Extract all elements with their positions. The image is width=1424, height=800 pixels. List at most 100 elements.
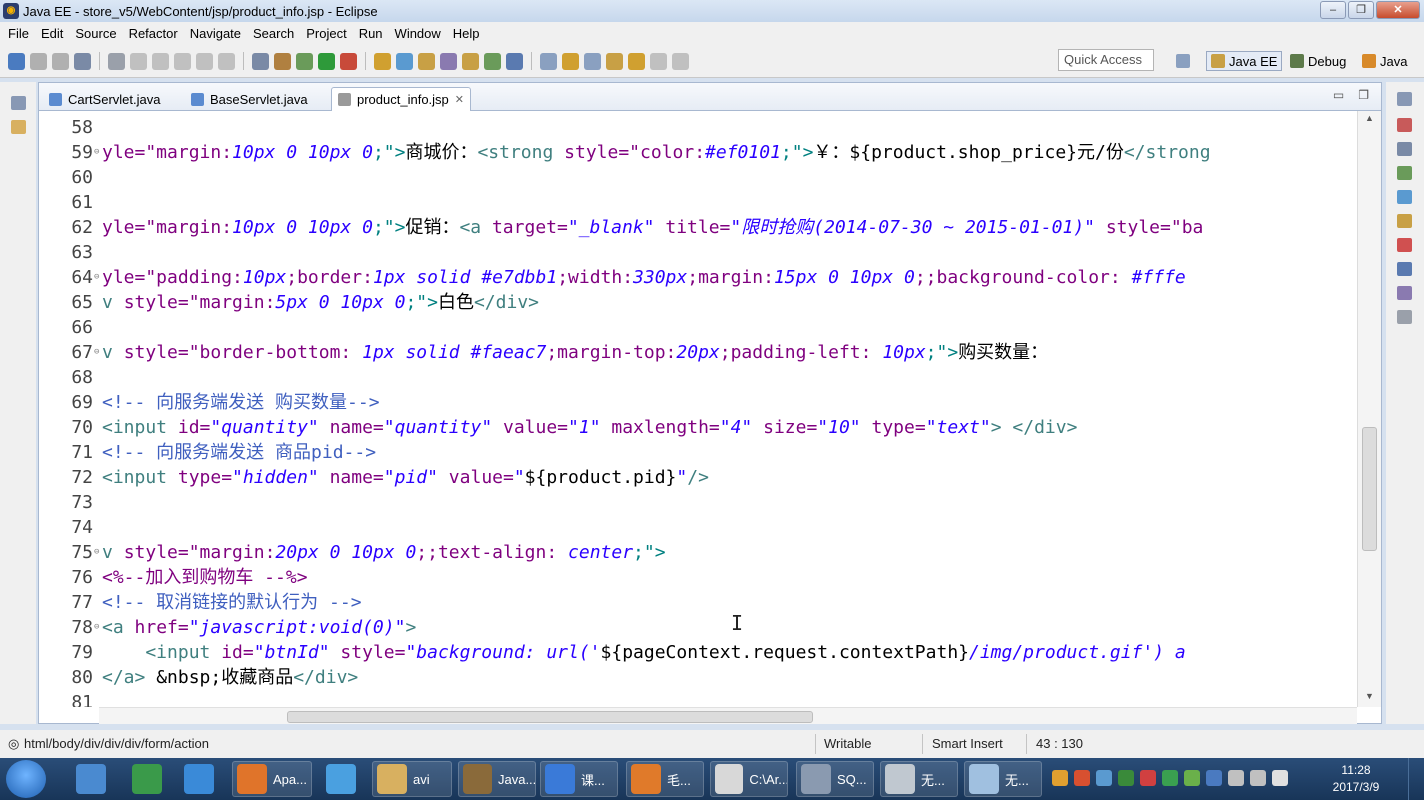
open-type-icon[interactable] <box>274 52 291 70</box>
restore-icon[interactable] <box>1397 92 1412 106</box>
taskbar-window-app[interactable]: 无... <box>880 761 958 797</box>
tray-flag-icon[interactable] <box>1228 770 1244 786</box>
taskbar-computer-app[interactable] <box>72 761 118 797</box>
menu-refactor[interactable]: Refactor <box>123 26 184 41</box>
skip-breakpoints-icon[interactable] <box>108 52 125 70</box>
code-editor[interactable]: 58 59 ⊖ yle="margin:10px 0 10px 0;">商城价：<st… <box>39 111 1357 707</box>
save-all-icon[interactable] <box>52 52 69 70</box>
tray-cloud-icon[interactable] <box>1096 770 1112 786</box>
code-line[interactable]: 66 <box>39 315 1357 340</box>
fold-toggle-icon[interactable]: ⊖ <box>94 340 102 365</box>
menu-window[interactable]: Window <box>389 26 447 41</box>
code-line[interactable]: 70 <input id="quantity" name="quantity" v… <box>39 415 1357 440</box>
code-line[interactable]: 58 <box>39 115 1357 140</box>
forward-icon[interactable] <box>672 52 689 70</box>
code-line[interactable]: 81 <box>39 690 1357 707</box>
taskbar-sqlyog-app[interactable]: SQ... <box>796 761 874 797</box>
taskbar-eclipse-app[interactable]: Java... <box>458 761 536 797</box>
code-line[interactable]: 62 yle="margin:10px 0 10px 0;">促销：<a targ… <box>39 215 1357 240</box>
code-line[interactable]: 73 <box>39 490 1357 515</box>
servers-icon[interactable] <box>1397 190 1412 204</box>
tab-product-info-jsp[interactable]: product_info.jsp ✕ <box>331 87 471 111</box>
web-browser-icon[interactable] <box>540 52 557 70</box>
taskbar-notes-app[interactable]: 毛... <box>626 761 704 797</box>
last-edit-icon[interactable] <box>628 52 645 70</box>
tray-antivirus-icon[interactable] <box>1140 770 1156 786</box>
perspective-debug[interactable]: Debug <box>1290 51 1346 71</box>
perspective-java-ee[interactable]: Java EE <box>1206 51 1283 71</box>
maximize-button[interactable]: ❐ <box>1348 1 1374 19</box>
console-icon[interactable] <box>1397 262 1412 276</box>
menu-edit[interactable]: Edit <box>35 26 69 41</box>
new-class-icon[interactable] <box>396 52 413 70</box>
back-icon[interactable] <box>650 52 667 70</box>
run-icon[interactable] <box>318 52 335 70</box>
code-line[interactable]: 67 ⊖ v style="border-bottom: 1px solid #fa… <box>39 340 1357 365</box>
new-server-icon[interactable] <box>374 52 391 70</box>
new-icon[interactable] <box>8 52 25 70</box>
perspective-java[interactable]: Java <box>1362 51 1407 71</box>
print-icon[interactable] <box>74 52 91 70</box>
tab-cartservlet[interactable]: CartServlet.java <box>43 87 166 111</box>
start-button[interactable] <box>6 760 46 798</box>
new-package-icon[interactable] <box>440 52 457 70</box>
code-line[interactable]: 72 <input type="hidden" name="pid" value=… <box>39 465 1357 490</box>
prev-annotation-icon[interactable] <box>606 52 623 70</box>
terminate-icon[interactable] <box>174 52 191 70</box>
taskbar-folder-app[interactable]: avi <box>372 761 452 797</box>
code-line[interactable]: 68 <box>39 365 1357 390</box>
suspend-icon[interactable] <box>152 52 169 70</box>
taskbar-molecule-app[interactable] <box>128 761 174 797</box>
quick-access-input[interactable]: Quick Access <box>1058 49 1154 71</box>
scroll-up-icon[interactable]: ▲ <box>1365 113 1374 123</box>
code-line[interactable]: 75 ⊖ v style="margin:20px 0 10px 0;;text-a… <box>39 540 1357 565</box>
menu-search[interactable]: Search <box>247 26 300 41</box>
step-over-icon[interactable] <box>218 52 235 70</box>
taskbar-baidu-app[interactable] <box>180 761 226 797</box>
taskbar-word-app[interactable]: 课... <box>540 761 618 797</box>
next-annotation-icon[interactable] <box>584 52 601 70</box>
vertical-scrollbar[interactable]: ▲ ▼ <box>1357 111 1381 707</box>
tray-volume-icon[interactable] <box>1272 770 1288 786</box>
menu-project[interactable]: Project <box>300 26 352 41</box>
minimize-icon[interactable]: ▭ <box>1333 88 1344 102</box>
search-icon[interactable] <box>462 52 479 70</box>
vertical-scroll-thumb[interactable] <box>1362 427 1377 551</box>
code-line[interactable]: 59 ⊖ yle="margin:10px 0 10px 0;">商城价：<stro… <box>39 140 1357 165</box>
code-line[interactable]: 69 <!-- 向服务端发送 购买数量--> <box>39 390 1357 415</box>
code-line[interactable]: 77 <!-- 取消链接的默认行为 --> <box>39 590 1357 615</box>
code-line[interactable]: 80 </a> &nbsp;收藏商品</div> <box>39 665 1357 690</box>
menu-run[interactable]: Run <box>353 26 389 41</box>
tray-sync-icon[interactable] <box>1118 770 1134 786</box>
annotation-icon[interactable] <box>506 52 523 70</box>
open-task-icon[interactable] <box>484 52 501 70</box>
code-line[interactable]: 65 v style="margin:5px 0 10px 0;">白色</div… <box>39 290 1357 315</box>
restore-icon[interactable] <box>11 96 26 110</box>
minimize-button[interactable]: – <box>1320 1 1346 19</box>
scroll-down-icon[interactable]: ▼ <box>1365 691 1374 701</box>
external-tools-icon[interactable] <box>340 52 357 70</box>
problems-icon[interactable] <box>1397 238 1412 252</box>
tab-baseservlet[interactable]: BaseServlet.java <box>185 87 314 111</box>
close-button[interactable]: ✕ <box>1376 1 1420 19</box>
resume-icon[interactable] <box>130 52 147 70</box>
menu-navigate[interactable]: Navigate <box>184 26 247 41</box>
tray-app-icon[interactable] <box>1074 770 1090 786</box>
taskbar-cmd-app[interactable]: C:\Ar... <box>710 761 788 797</box>
show-desktop-button[interactable] <box>1408 758 1424 800</box>
taskbar-cloud-app[interactable] <box>322 761 368 797</box>
step-into-icon[interactable] <box>196 52 213 70</box>
tray-display-icon[interactable] <box>1250 770 1266 786</box>
palette-icon[interactable] <box>1397 166 1412 180</box>
tray-update-icon[interactable] <box>1162 770 1178 786</box>
save-icon[interactable] <box>30 52 47 70</box>
tray-bluetooth-icon[interactable] <box>1206 770 1222 786</box>
junit-icon[interactable] <box>1397 286 1412 300</box>
properties-icon[interactable] <box>1397 310 1412 324</box>
use-step-filters-icon[interactable] <box>252 52 269 70</box>
taskbar-firefox-app[interactable]: Apa... <box>232 761 312 797</box>
code-line[interactable]: 71 <!-- 向服务端发送 商品pid--> <box>39 440 1357 465</box>
snippets-icon[interactable] <box>1397 214 1412 228</box>
maximize-icon[interactable]: ❐ <box>1358 88 1369 102</box>
menu-source[interactable]: Source <box>69 26 122 41</box>
